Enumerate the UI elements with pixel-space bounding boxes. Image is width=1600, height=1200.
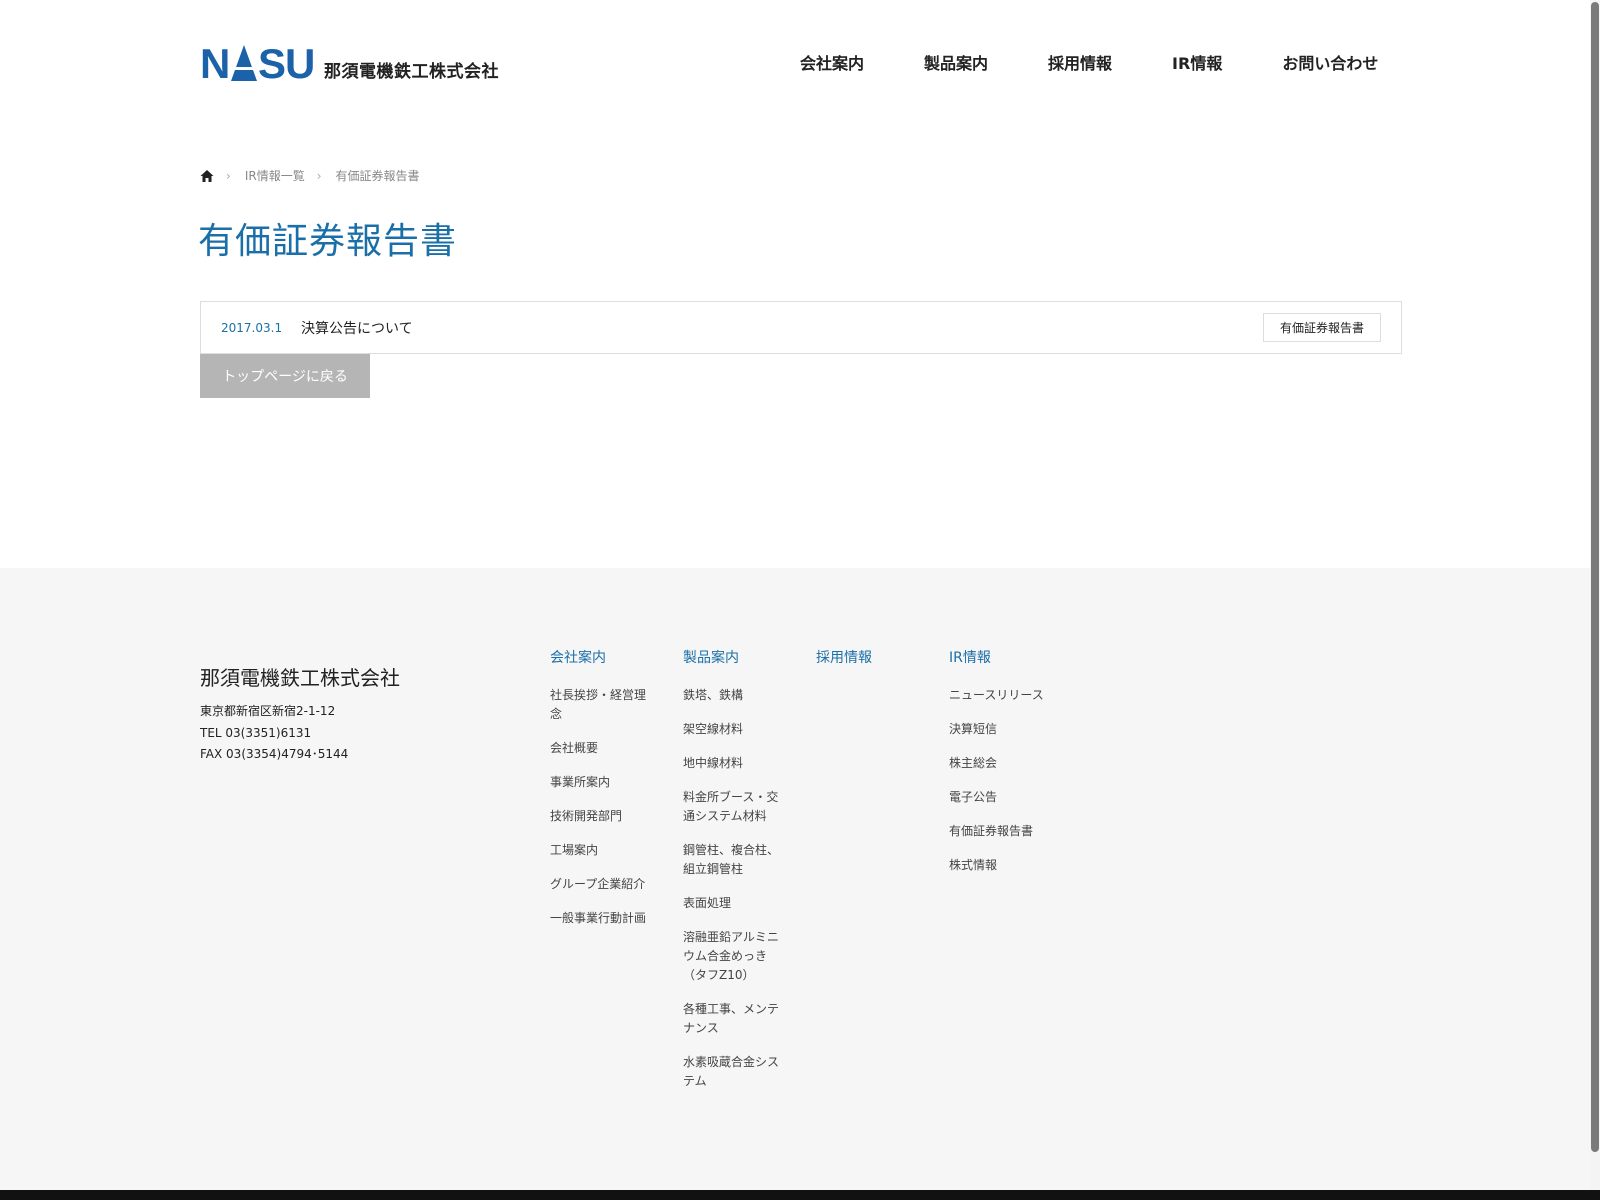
footer-link[interactable]: 技術開発部門 [550,807,656,826]
nav-products[interactable]: 製品案内 [924,52,988,76]
logo-mark: N SU [200,40,318,87]
footer-link[interactable]: ニュースリリース [949,686,1055,705]
ir-title[interactable]: 決算公告について [301,318,1263,338]
nav-ir[interactable]: IR情報 [1172,52,1222,76]
bottom-bar [0,1190,1600,1200]
footer-link[interactable]: 電子公告 [949,788,1055,807]
footer-head-ir[interactable]: IR情報 [949,648,1055,668]
footer-link[interactable]: 溶融亜鉛アルミニウム合金めっき（タフZ10） [683,928,789,985]
breadcrumb-ir-list[interactable]: IR情報一覧 [245,167,305,184]
nav-recruit[interactable]: 採用情報 [1048,52,1112,76]
footer-fax: FAX 03(3354)4794･5144 [200,747,349,761]
footer-link[interactable]: 株主総会 [949,754,1055,773]
chevron-right-icon: › [316,168,322,183]
footer-link[interactable]: 料金所ブース・交通システム材料 [683,788,789,826]
logo-letters-su: SU [258,40,315,87]
footer-col-ir: IR情報 ニュースリリース 決算短信 株主総会 電子公告 有価証券報告書 株式情… [949,648,1055,890]
chevron-right-icon: › [226,168,231,183]
site-logo[interactable]: N SU 那須電機鉄工株式会社 [200,40,499,87]
site-header: N SU 那須電機鉄工株式会社 会社案内 製品案内 採用情報 IR情報 お問い合… [0,0,1590,130]
nav-contact[interactable]: お問い合わせ [1282,52,1378,76]
ir-category-tag[interactable]: 有価証券報告書 [1262,313,1381,342]
footer-link[interactable]: グループ企業紹介 [550,875,656,894]
footer-company-info: 那須電機鉄工株式会社 東京都新宿区新宿2-1-12 TEL 03(3351)61… [200,662,400,766]
footer-head-company[interactable]: 会社案内 [550,648,656,668]
nav-company[interactable]: 会社案内 [800,52,864,76]
footer-link[interactable]: 工場案内 [550,841,656,860]
breadcrumb-current: 有価証券報告書 [335,169,420,183]
scrollbar-thumb[interactable] [1591,2,1599,1152]
site-footer: 那須電機鉄工株式会社 東京都新宿区新宿2-1-12 TEL 03(3351)61… [0,568,1590,1190]
ir-date: 2017.03.1 [221,320,283,335]
footer-col-recruit: 採用情報 [816,648,922,686]
footer-link[interactable]: 事業所案内 [550,773,656,792]
footer-col-products: 製品案内 鉄塔、鉄構 架空線材料 地中線材料 料金所ブース・交通システム材料 鋼… [683,648,789,1106]
footer-link[interactable]: 表面処理 [683,894,789,913]
footer-link[interactable]: 鋼管柱、複合柱、組立鋼管柱 [683,841,789,879]
ir-list: 2017.03.1 決算公告について 有価証券報告書 [200,301,1402,354]
logo-triangle-icon [231,45,257,81]
logo-letter-n: N [200,40,230,87]
footer-tel: TEL 03(3351)6131 [200,725,312,740]
footer-link[interactable]: 決算短信 [949,720,1055,739]
footer-col-company: 会社案内 社長挨拶・経営理念 会社概要 事業所案内 技術開発部門 工場案内 グル… [550,648,656,943]
footer-link[interactable]: 水素吸蔵合金システム [683,1053,789,1091]
footer-link[interactable]: 架空線材料 [683,720,789,739]
footer-link[interactable]: 会社概要 [550,739,656,758]
scrollbar[interactable] [1590,0,1600,1190]
footer-link[interactable]: 一般事業行動計画 [550,909,656,928]
footer-link[interactable]: 鉄塔、鉄構 [683,686,789,705]
logo-company-name: 那須電機鉄工株式会社 [324,62,499,82]
list-item[interactable]: 2017.03.1 決算公告について 有価証券報告書 [201,302,1401,353]
footer-address: 東京都新宿区新宿2-1-12 [200,704,336,718]
footer-link[interactable]: 各種工事、メンテナンス [683,1000,789,1038]
back-to-top-button[interactable]: トップページに戻る [200,354,370,398]
footer-link[interactable]: 社長挨拶・経営理念 [550,686,656,724]
footer-link[interactable]: 株式情報 [949,856,1055,875]
breadcrumb: › IR情報一覧 › 有価証券報告書 [200,167,420,184]
page-title: 有価証券報告書 [198,221,458,262]
footer-head-products[interactable]: 製品案内 [683,648,789,668]
footer-company-name: 那須電機鉄工株式会社 [200,666,400,690]
global-nav: 会社案内 製品案内 採用情報 IR情報 お問い合わせ [800,52,1378,76]
home-icon[interactable] [200,169,214,183]
footer-head-recruit[interactable]: 採用情報 [816,648,922,668]
footer-link[interactable]: 地中線材料 [683,754,789,773]
footer-link[interactable]: 有価証券報告書 [949,822,1055,841]
